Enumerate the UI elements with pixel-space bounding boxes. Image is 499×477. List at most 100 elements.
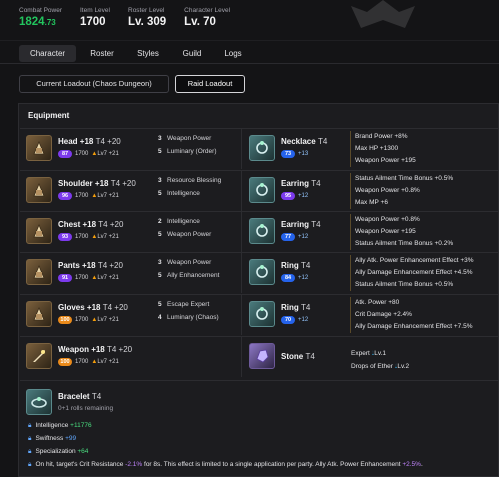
engraving: 5 Escape Expert (158, 301, 210, 308)
roster-level-value: Lv. 309 (128, 16, 167, 28)
ring-item-icon[interactable] (249, 259, 275, 285)
ring-effects: Atk. Power +80 Crit Damage +2.4% Ally Dama… (350, 297, 499, 333)
accessory-ring: Ring T4 70 +12 Atk. Power +80 Crit Damage… (243, 295, 499, 335)
item-level: 1700 (75, 151, 89, 157)
bracelet-section: Bracelet T4 0+1 rolls remaining 🔒︎ Intell… (20, 380, 499, 477)
engraving: 4 Luminary (Chaos) (158, 314, 219, 321)
quality-badge: 91 (58, 274, 72, 282)
chest-item-icon[interactable] (26, 218, 52, 244)
earring-name: Earring T4 (281, 220, 321, 229)
quality-badge: 84 (281, 274, 295, 282)
quality-badge: 73 (281, 150, 295, 158)
lock-icon: 🔒︎ (28, 461, 32, 468)
earring-meta: 77 +12 (281, 233, 308, 241)
accessory-effect: Weapon Power +0.8% (355, 187, 420, 194)
lock-icon: 🔒︎ (28, 448, 32, 455)
current-loadout-button[interactable]: Current Loadout (Chaos Dungeon) (19, 75, 169, 93)
advanced-honing: ▲Lv7 +21 (91, 275, 119, 281)
lock-icon: 🔒︎ (28, 435, 32, 442)
chest-name: Chest +18 T4 +20 (58, 220, 124, 229)
polish-count: +13 (298, 151, 309, 157)
earring-meta: 95 +12 (281, 192, 308, 200)
gear-pants: Pants +18 T4 +20 91 1700 ▲Lv7 +21 3 Weapo… (20, 253, 242, 293)
bracelet-stat-swiftness: 🔒︎ Swiftness +99 (28, 435, 77, 442)
earring-effects: Weapon Power +0.8% Weapon Power +195 Statu… (350, 214, 499, 250)
accessory-necklace: Necklace T4 73 +13 Brand Power +8% Max HP… (243, 129, 499, 169)
quality-badge: 77 (281, 233, 295, 241)
engraving: 5 Ally Enhancement (158, 272, 220, 279)
engraving: 3 Weapon Power (158, 259, 212, 266)
accessory-effect: Ally Damage Enhancement Effect +4.5% (355, 269, 473, 276)
quality-badge: 70 (281, 316, 295, 324)
bracelet-stat-intelligence: 🔒︎ Intelligence +11776 (28, 422, 92, 429)
pants-item-icon[interactable] (26, 259, 52, 285)
accessory-ring: Ring T4 84 +12 Ally Atk. Power Enhanceme… (243, 253, 499, 293)
gloves-meta: 100 1700 ▲Lv7 +21 (58, 316, 119, 324)
equipment-row: Shoulder +18 T4 +20 96 1700 ▲Lv7 +21 3 Re… (20, 170, 499, 211)
class-emblem-icon (351, 0, 415, 28)
character-level: Character Level Lv. 70 (184, 6, 230, 30)
item-level: 1700 (75, 275, 89, 281)
earring-item-icon[interactable] (249, 177, 275, 203)
engraving: 5 Luminary (Order) (158, 148, 217, 155)
character-level-value: Lv. 70 (184, 16, 216, 28)
chest-meta: 93 1700 ▲Lv7 +21 (58, 233, 119, 241)
character-header: Combat Power 1824.73 Item Level 1700 Ros… (19, 6, 248, 30)
necklace-item-icon[interactable] (249, 135, 275, 161)
stone-item-icon[interactable] (249, 343, 275, 369)
accessory-effect: Status Ailment Time Bonus +0.5% (355, 281, 454, 288)
head-item-icon[interactable] (26, 135, 52, 161)
quality-badge: 95 (281, 192, 295, 200)
gloves-item-icon[interactable] (26, 301, 52, 327)
bracelet-effect: 🔒︎ On hit, target's Crit Resistance -2.1%… (28, 461, 423, 468)
shoulder-item-icon[interactable] (26, 177, 52, 203)
quality-badge: 87 (58, 150, 72, 158)
combat-power: Combat Power 1824.73 (19, 6, 62, 30)
gear-weapon: Weapon +18 T4 +20 100 1700 ▲Lv7 +21 (20, 337, 242, 377)
quality-badge: 100 (58, 316, 72, 324)
tab-guild[interactable]: Guild (174, 45, 210, 62)
gear-shoulder: Shoulder +18 T4 +20 96 1700 ▲Lv7 +21 3 Re… (20, 171, 242, 211)
stone-name: Stone T4 (281, 352, 315, 361)
polish-count: +12 (298, 317, 309, 323)
equipment-row: Chest +18 T4 +20 93 1700 ▲Lv7 +21 2 Intel… (20, 211, 499, 252)
ring-item-icon[interactable] (249, 301, 275, 327)
lock-icon: 🔒︎ (28, 422, 32, 429)
necklace-effects: Brand Power +8% Max HP +1300 Weapon Power … (350, 131, 499, 167)
tab-logs[interactable]: Logs (216, 45, 250, 62)
tab-roster[interactable]: Roster (80, 45, 124, 62)
ring-name: Ring T4 (281, 261, 311, 270)
accessory-effect: Ally Atk. Power Enhancement Effect +3% (355, 257, 474, 264)
ring-name: Ring T4 (281, 303, 311, 312)
tab-styles[interactable]: Styles (128, 45, 168, 62)
weapon-meta: 100 1700 ▲Lv7 +21 (58, 358, 119, 366)
earring-effects: Status Ailment Time Bonus +0.5% Weapon Po… (350, 173, 499, 209)
necklace-name: Necklace T4 (281, 137, 328, 146)
advanced-honing: ▲Lv7 +21 (91, 151, 119, 157)
earring-item-icon[interactable] (249, 218, 275, 244)
necklace-meta: 73 +13 (281, 150, 308, 158)
weapon-item-icon[interactable] (26, 343, 52, 369)
raid-loadout-button[interactable]: Raid Loadout (175, 75, 245, 93)
advanced-honing: ▲Lv7 +21 (91, 234, 119, 240)
polish-count: +12 (298, 193, 309, 199)
head-name: Head +18 T4 +20 (58, 137, 121, 146)
accessory-earring: Earring T4 95 +12 Status Ailment Time Bo… (243, 171, 499, 211)
equipment-row: Weapon +18 T4 +20 100 1700 ▲Lv7 +21 Ston… (20, 336, 499, 377)
accessory-effect: Status Ailment Time Bonus +0.5% (355, 175, 454, 182)
ring-meta: 70 +12 (281, 316, 308, 324)
bracelet-name: Bracelet T4 (58, 392, 102, 401)
tab-character[interactable]: Character (19, 45, 76, 62)
bracelet-item-icon[interactable] (26, 389, 52, 415)
accessory-effect: Max HP +1300 (355, 145, 399, 152)
accessory-effect: Weapon Power +195 (355, 228, 416, 235)
engraving: 5 Intelligence (158, 190, 200, 197)
accessory-effect: Atk. Power +80 (355, 299, 400, 306)
shoulder-name: Shoulder +18 T4 +20 (58, 179, 136, 188)
earring-name: Earring T4 (281, 179, 321, 188)
equipment-title: Equipment (28, 111, 70, 120)
weapon-name: Weapon +18 T4 +20 (58, 345, 133, 354)
accessory-effect: Status Ailment Time Bonus +0.2% (355, 240, 454, 247)
quality-badge: 100 (58, 358, 72, 366)
item-level: 1700 (75, 234, 89, 240)
